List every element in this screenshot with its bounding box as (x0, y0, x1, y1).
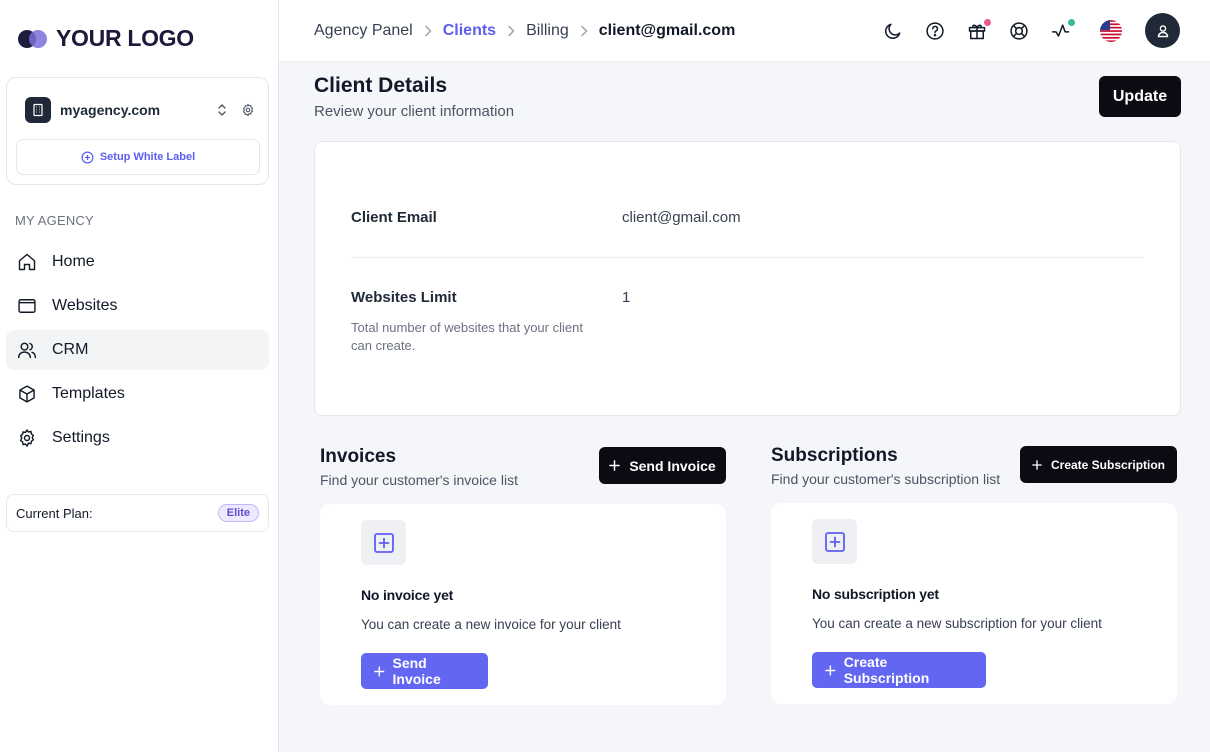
page-title: Client Details (314, 74, 448, 97)
gift-icon[interactable] (966, 18, 991, 42)
users-icon (17, 340, 37, 360)
plus-icon (374, 665, 385, 677)
websites-limit-label: Websites Limit (351, 289, 457, 306)
create-subscription-primary-button[interactable]: Create Subscription (812, 652, 986, 688)
us-flag-icon[interactable] (1100, 19, 1122, 42)
lifebuoy-icon[interactable] (1008, 20, 1030, 42)
divider (351, 257, 1144, 258)
logo-mark-icon (18, 28, 50, 50)
update-button[interactable]: Update (1099, 76, 1181, 117)
agency-card: myagency.com Setup White Label (6, 77, 269, 185)
main-content: Agency Panel Clients Billing client@gmai… (279, 0, 1210, 752)
logo[interactable]: YOUR LOGO (18, 25, 194, 52)
sidebar-section-label: MY AGENCY (15, 213, 94, 228)
invoices-title: Invoices (320, 446, 397, 467)
create-subscription-primary-label: Create Subscription (843, 654, 930, 686)
setup-white-label-button[interactable]: Setup White Label (16, 139, 260, 175)
sidebar-item-crm[interactable]: CRM (6, 330, 269, 370)
subscriptions-title: Subscriptions (771, 445, 898, 466)
plus-icon (825, 664, 836, 676)
empty-subscription-title: No subscription yet (812, 586, 939, 602)
activity-icon[interactable] (1050, 18, 1075, 42)
breadcrumb-current: client@gmail.com (598, 22, 736, 39)
notification-dot (984, 18, 991, 26)
status-dot (1068, 18, 1075, 26)
sidebar-item-settings[interactable]: Settings (6, 418, 269, 458)
client-details-card: Client Email client@gmail.com Websites L… (314, 141, 1181, 416)
logo-text: YOUR LOGO (56, 25, 194, 51)
sidebar: YOUR LOGO myagency.com Setup White Label… (0, 0, 279, 752)
client-email-label: Client Email (351, 209, 437, 226)
invoices-empty-card: No invoice yet You can create a new invo… (320, 504, 726, 705)
chevrons-up-down-icon[interactable] (215, 103, 229, 117)
plus-square-icon (361, 520, 406, 565)
chevron-right-icon (507, 25, 515, 37)
sidebar-item-label: Settings (52, 429, 110, 446)
current-plan-card: Current Plan: Elite (6, 494, 269, 532)
breadcrumb: Agency Panel Clients Billing client@gmai… (314, 22, 735, 40)
plus-icon (609, 460, 621, 471)
create-subscription-button[interactable]: Create Subscription (1020, 446, 1177, 483)
plus-icon (1032, 459, 1042, 470)
empty-subscription-text: You can create a new subscription for yo… (812, 616, 1102, 631)
sidebar-item-websites[interactable]: Websites (6, 286, 269, 326)
topbar: Agency Panel Clients Billing client@gmai… (279, 0, 1210, 62)
chevron-right-icon (424, 25, 432, 37)
client-email-value: client@gmail.com (622, 209, 741, 226)
websites-limit-value: 1 (622, 289, 631, 306)
sidebar-item-label: Websites (52, 297, 118, 314)
invoices-subtitle: Find your customer's invoice list (320, 472, 518, 488)
breadcrumb-billing[interactable]: Billing (526, 22, 569, 40)
avatar[interactable] (1145, 13, 1180, 48)
plus-circle-icon (81, 151, 94, 163)
home-icon (17, 252, 37, 272)
subscriptions-subtitle: Find your customer's subscription list (771, 471, 1001, 487)
send-invoice-primary-label: Send Invoice (392, 655, 441, 687)
help-icon[interactable] (924, 20, 946, 42)
setup-white-label-label: Setup White Label (99, 151, 196, 163)
agency-switcher[interactable]: myagency.com (25, 97, 255, 123)
sidebar-item-label: Home (52, 253, 95, 270)
sidebar-item-label: Templates (52, 385, 125, 402)
page-subtitle: Review your client information (314, 103, 515, 120)
empty-invoice-title: No invoice yet (361, 587, 454, 603)
create-subscription-label: Create Subscription (1050, 457, 1166, 472)
sidebar-item-home[interactable]: Home (6, 242, 269, 282)
browser-window-icon (17, 296, 37, 316)
chevron-right-icon (580, 25, 588, 37)
breadcrumb-agency-panel[interactable]: Agency Panel (314, 22, 413, 40)
agency-name: myagency.com (60, 102, 161, 118)
moon-icon[interactable] (882, 20, 904, 42)
gear-icon (17, 428, 37, 448)
websites-limit-help: Total number of websites that your clien… (351, 320, 583, 353)
send-invoice-label: Send Invoice (629, 457, 716, 474)
send-invoice-primary-button[interactable]: Send Invoice (361, 653, 488, 689)
current-plan-label: Current Plan: (16, 505, 93, 521)
topbar-actions (862, 13, 1180, 48)
building-icon (25, 97, 51, 123)
agency-settings-icon[interactable] (241, 103, 255, 117)
plus-square-icon (812, 519, 857, 564)
breadcrumb-clients[interactable]: Clients (443, 22, 496, 40)
sidebar-nav: Home Websites CRM Templates Settings (6, 242, 269, 462)
subscriptions-empty-card: No subscription yet You can create a new… (771, 503, 1177, 704)
plan-badge: Elite (217, 504, 259, 522)
send-invoice-button[interactable]: Send Invoice (599, 447, 726, 484)
empty-invoice-text: You can create a new invoice for your cl… (361, 617, 621, 632)
cube-icon (17, 384, 37, 404)
sidebar-item-templates[interactable]: Templates (6, 374, 269, 414)
sidebar-item-label: CRM (52, 341, 89, 358)
